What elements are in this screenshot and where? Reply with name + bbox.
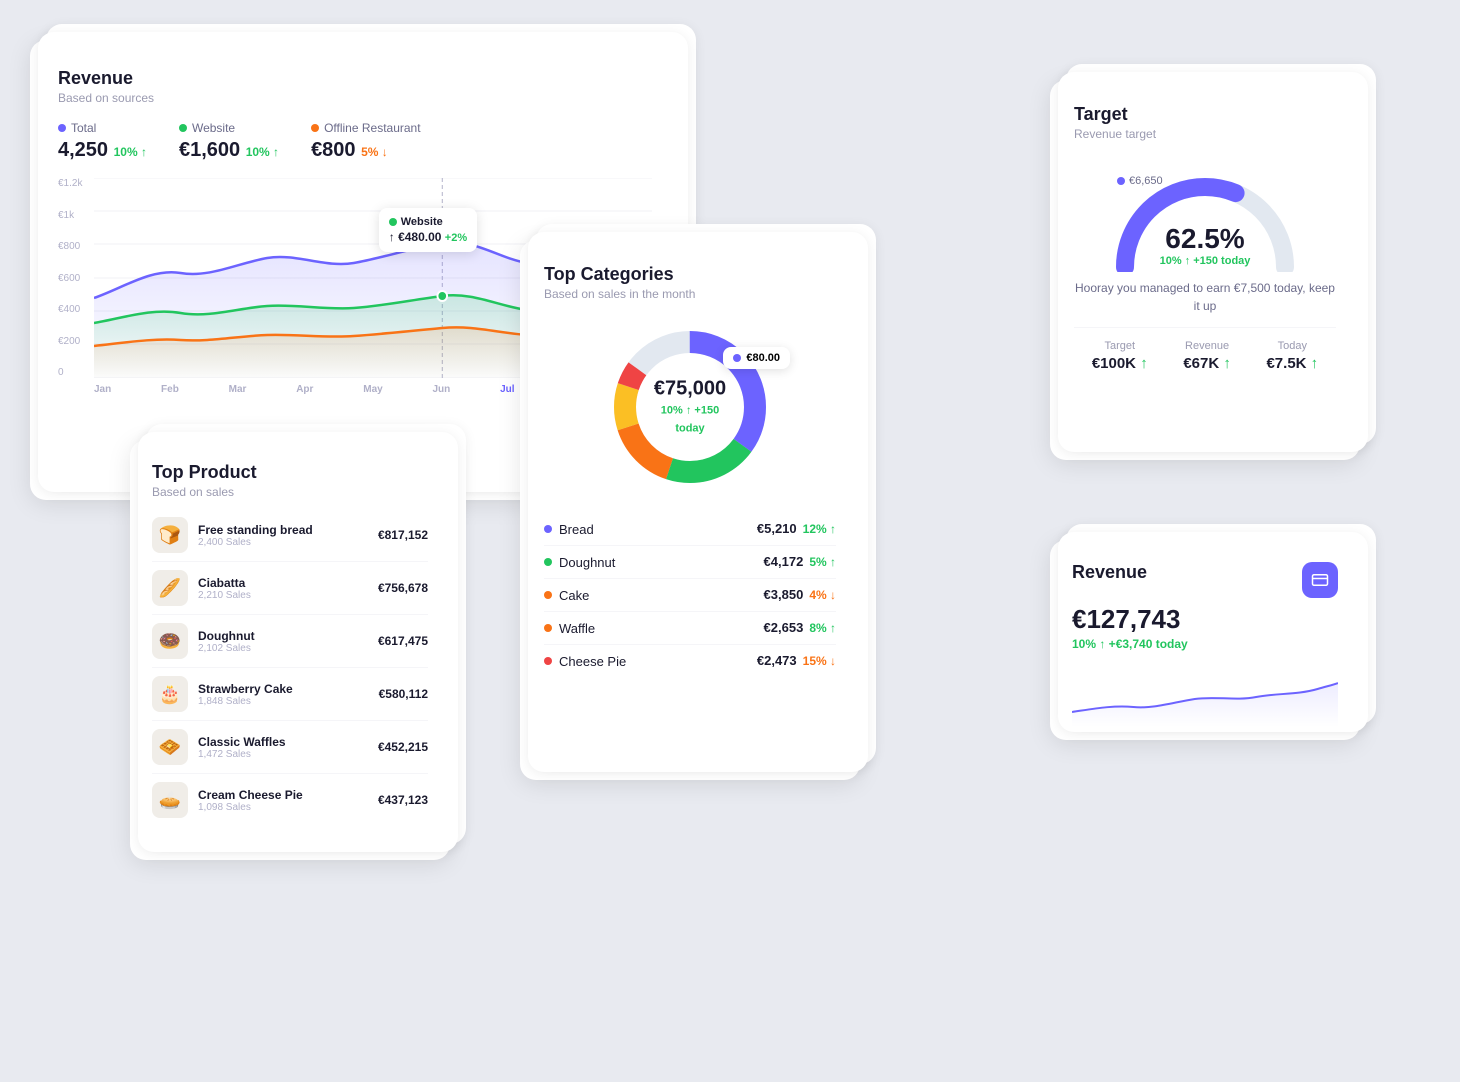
revenue-small-card: Revenue €127,743 10% ↑ +€3,740 today: [1050, 540, 1360, 740]
product-info: Free standing bread 2,400 Sales: [198, 523, 378, 548]
list-item: Cake €3,8504% ↓: [544, 579, 836, 612]
product-info: Ciabatta 2,210 Sales: [198, 576, 378, 601]
target-message: Hooray you managed to earn €7,500 today,…: [1074, 279, 1336, 315]
metrics-row: Total 4,250 10% ↑ Website €1,600 10% ↑ O…: [58, 121, 652, 162]
top-product-subtitle: Based on sales: [152, 485, 428, 499]
mini-chart: [1072, 667, 1338, 732]
revenue-small-title: Revenue: [1072, 562, 1147, 583]
gauge-chart-container: €6,650 62.5% 10% ↑ +150 today: [1105, 157, 1305, 267]
list-item: Doughnut €4,1725% ↑: [544, 546, 836, 579]
product-info: Classic Waffles 1,472 Sales: [198, 735, 378, 760]
product-info: Cream Cheese Pie 1,098 Sales: [198, 788, 378, 813]
list-item: 🥧 Cream Cheese Pie 1,098 Sales €437,123: [152, 774, 428, 826]
top-categories-subtitle: Based on sales in the month: [544, 287, 836, 301]
metric-total: Total 4,250 10% ↑: [58, 121, 147, 162]
list-item: 🧇 Classic Waffles 1,472 Sales €452,215: [152, 721, 428, 774]
top-categories-card: Top Categories Based on sales in the mon…: [520, 240, 860, 780]
top-product-title: Top Product: [152, 462, 428, 483]
target-card: Target Revenue target €6,650 62.5% 10% ↑…: [1050, 80, 1360, 460]
product-image: 🍞: [152, 517, 188, 553]
chart-tooltip: Website ↑ €480.00 +2%: [379, 208, 477, 252]
stat-today: Today €7.5K ↑: [1266, 340, 1318, 372]
product-image: 🥧: [152, 782, 188, 818]
top-product-card: Top Product Based on sales 🍞 Free standi…: [130, 440, 450, 860]
target-subtitle: Revenue target: [1074, 127, 1336, 141]
product-list: 🍞 Free standing bread 2,400 Sales €817,1…: [152, 509, 428, 826]
revenue-subtitle: Based on sources: [58, 91, 652, 105]
gauge-center-values: 62.5% 10% ↑ +150 today: [1160, 223, 1251, 267]
metric-website: Website €1,600 10% ↑: [179, 121, 279, 162]
product-image: 🧇: [152, 729, 188, 765]
donut-chart-container: €75,000 10% ↑ +150 today €80.00: [600, 317, 780, 497]
revenue-title: Revenue: [58, 68, 652, 89]
list-item: Bread €5,21012% ↑: [544, 513, 836, 546]
top-categories-title: Top Categories: [544, 264, 836, 285]
target-stats-row: Target €100K ↑ Revenue €67K ↑ Today €7.5…: [1074, 327, 1336, 372]
list-item: 🥖 Ciabatta 2,210 Sales €756,678: [152, 562, 428, 615]
list-item: 🍞 Free standing bread 2,400 Sales €817,1…: [152, 509, 428, 562]
list-item: Cheese Pie €2,47315% ↓: [544, 645, 836, 677]
list-item: 🍩 Doughnut 2,102 Sales €617,475: [152, 615, 428, 668]
gauge-label: €6,650: [1117, 175, 1163, 187]
revenue-small-header: Revenue: [1072, 562, 1338, 598]
donut-center-values: €75,000 10% ↑ +150 today: [645, 378, 735, 437]
list-item: Waffle €2,6538% ↑: [544, 612, 836, 645]
stat-target: Target €100K ↑: [1092, 340, 1148, 372]
y-axis-labels: €1.2k €1k €800 €600 €400 €200 0: [58, 178, 82, 378]
product-image: 🍩: [152, 623, 188, 659]
product-info: Doughnut 2,102 Sales: [198, 629, 378, 654]
card-icon: [1311, 571, 1329, 589]
stat-revenue: Revenue €67K ↑: [1183, 340, 1231, 372]
mini-line-chart: [1072, 667, 1338, 727]
product-image: 🥖: [152, 570, 188, 606]
product-info: Strawberry Cake 1,848 Sales: [198, 682, 379, 707]
target-title: Target: [1074, 104, 1336, 125]
revenue-change: 10% ↑ +€3,740 today: [1072, 637, 1338, 651]
donut-tooltip: €80.00: [723, 347, 790, 369]
metric-offline: Offline Restaurant €800 5% ↓: [311, 121, 421, 162]
revenue-icon: [1302, 562, 1338, 598]
list-item: 🎂 Strawberry Cake 1,848 Sales €580,112: [152, 668, 428, 721]
revenue-amount: €127,743: [1072, 604, 1338, 635]
category-list: Bread €5,21012% ↑ Doughnut €4,1725% ↑ Ca…: [544, 513, 836, 677]
product-image: 🎂: [152, 676, 188, 712]
